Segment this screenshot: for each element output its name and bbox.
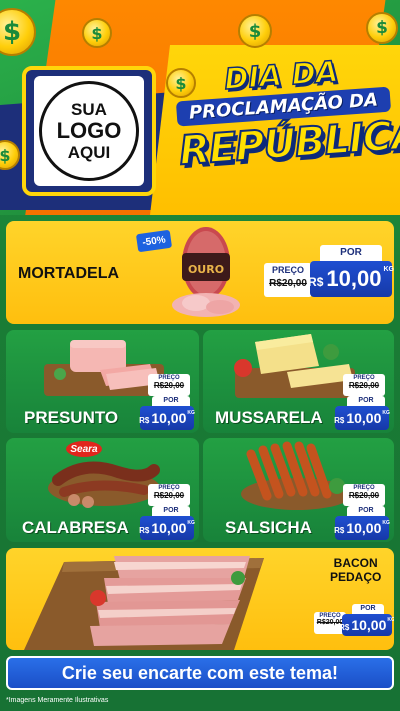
bacon-image [24,556,264,650]
price-value: 10,00 [346,520,382,536]
por-label: POR [352,604,384,614]
product-card-mortadela: MORTADELA OURO -50% PREÇO R$20,00 POR R$… [6,221,394,324]
coin-icon: $ [366,12,398,44]
mortadela-image: OURO [172,227,240,317]
por-label: POR [152,506,190,516]
price-value: 10,00 [351,617,387,633]
por-label: POR [347,396,385,406]
product-name: BACON PEDAÇO [330,556,382,584]
old-price: R$20,00 [153,491,185,500]
price-value: 10,00 [346,410,382,426]
price-tag: R$ 10,00 KG [139,406,195,430]
old-price: R$20,00 [269,278,307,289]
price-tag: R$ 10,00 KG [339,614,394,636]
price-tag: R$ 10,00 KG [334,406,390,430]
logo-text-line2: LOGO [56,118,122,143]
create-flyer-button[interactable]: Crie seu encarte com este tema! [6,656,394,690]
por-label: POR [152,396,190,406]
product-card-bacon: BACON PEDAÇO PREÇO R$20,00 POR R$ 10,00 … [6,548,394,650]
product-card-mussarela: MUSSARELA PREÇO R$20,00 POR R$ 10,00 KG [203,330,394,433]
preco-label: PREÇO R$20,00 [148,484,190,506]
preco-label: PREÇO R$20,00 [343,484,385,506]
seara-logo: Seara [66,441,102,457]
price-tag: R$ 10,00 KG [334,516,390,540]
old-price: R$20,00 [348,491,380,500]
product-card-calabresa: Seara CALABRESA PREÇO R$20,00 POR R$ 10,… [6,438,199,542]
product-name: PRESUNTO [24,408,119,427]
mussarela-image [234,334,355,398]
price-tag: R$ 10,00 KG [308,261,394,297]
por-label: POR [320,245,382,261]
coin-icon: $ [238,14,272,48]
product-name: SALSICHA [225,518,312,537]
product-name: MUSSARELA [215,408,323,427]
product-name: CALABRESA [22,518,129,537]
disclaimer-text: *Imagens Meramente Ilustrativas [6,697,109,704]
logo-box: SUA LOGO AQUI [22,66,156,196]
price-value: 10,00 [151,410,187,426]
preco-label: PREÇO R$20,00 [148,374,190,396]
event-title: DIA DA PROCLAMAÇÃO DA REPÚBLICA [173,51,400,206]
old-price: R$20,00 [348,381,380,390]
por-label: POR [347,506,385,516]
salsicha-image [241,441,353,510]
product-card-salsicha: SALSICHA PREÇO R$20,00 POR R$ 10,00 KG [203,438,394,542]
header: $ $ $ $ $ $ SUA LOGO AQUI DIA DA PROCLAM… [0,0,400,215]
preco-label: PREÇO R$20,00 [264,263,312,297]
price-value: 10,00 [151,520,187,536]
price-value: 10,00 [326,266,382,291]
calabresa-image [48,461,160,508]
price-tag: R$ 10,00 KG [139,516,195,540]
logo-placeholder: SUA LOGO AQUI [34,76,144,186]
product-name: MORTADELA [18,265,120,282]
flyer-page: $ $ $ $ $ $ SUA LOGO AQUI DIA DA PROCLAM… [0,0,400,711]
logo-text-line3: AQUI [67,143,111,162]
product-card-presunto: PRESUNTO PREÇO R$20,00 POR R$ 10,00 KG [6,330,199,433]
mortadela-brand-label: OURO [188,263,224,276]
logo-circle: SUA LOGO AQUI [39,81,139,181]
preco-label: PREÇO R$20,00 [343,374,385,396]
logo-text-line1: SUA [71,100,107,119]
old-price: R$20,00 [153,381,185,390]
coin-icon: $ [82,18,112,48]
